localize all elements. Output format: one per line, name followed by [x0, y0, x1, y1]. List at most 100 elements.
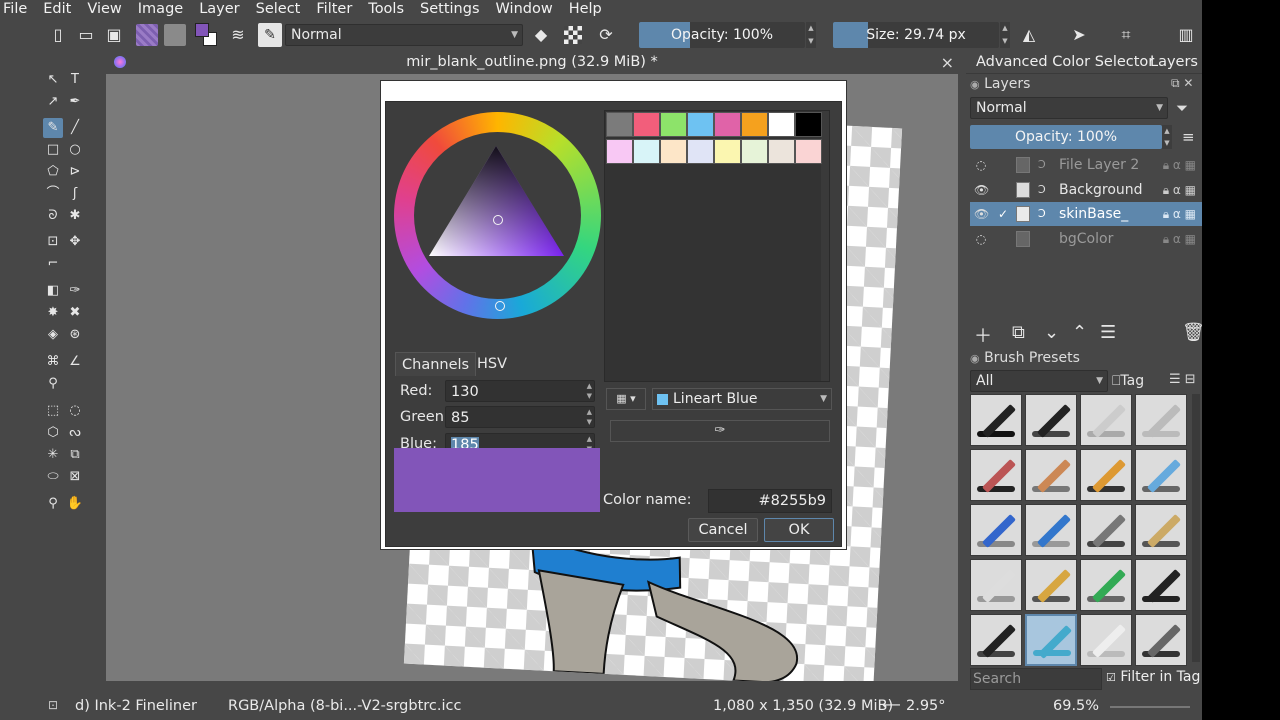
brush-preset-tile[interactable]: [1135, 504, 1187, 556]
layer-row[interactable]: ◌ bgColor 🔒︎ α ▦: [970, 227, 1202, 251]
polygon-select-icon[interactable]: ⬡: [43, 423, 63, 443]
palette-swatch[interactable]: [660, 139, 687, 164]
menu-tools[interactable]: Tools: [359, 1, 411, 17]
brush-search-input[interactable]: Search: [970, 668, 1102, 690]
cancel-button[interactable]: Cancel: [688, 518, 758, 542]
layer-flags[interactable]: 🔒︎ α ▦: [1163, 178, 1196, 202]
brush-grid-scrollbar[interactable]: [1192, 394, 1200, 662]
brush-preset-icon[interactable]: ✎: [258, 23, 282, 47]
freehand-select-icon[interactable]: ᔓ: [65, 423, 85, 443]
layer-row[interactable]: ◌ Ͻ File Layer 2 🔒︎ α ▦: [970, 153, 1202, 177]
brush-preset-tile[interactable]: [970, 449, 1022, 501]
red-spinbox[interactable]: 130 ▲ ▼: [445, 380, 595, 402]
brush-preset-tile[interactable]: [1080, 559, 1132, 611]
brush-preset-tile[interactable]: [1025, 449, 1077, 501]
reference-images-icon[interactable]: ⚲: [43, 374, 63, 394]
duplicate-layer-icon[interactable]: ⧉: [1012, 322, 1025, 343]
open-document-icon[interactable]: ▭: [76, 25, 96, 45]
layer-menu-icon[interactable]: ≡: [1182, 128, 1195, 146]
tag-filter-dropdown[interactable]: All ▼: [970, 370, 1108, 392]
brush-preset-tile[interactable]: [1135, 394, 1187, 446]
crop-tool-icon[interactable]: ⌐: [43, 254, 63, 274]
palette-swatch[interactable]: [633, 112, 660, 137]
layer-flags[interactable]: 🔒︎ α ▦: [1163, 227, 1196, 251]
line-tool-icon[interactable]: ╱: [65, 118, 85, 138]
layer-properties-icon[interactable]: ☰: [1100, 322, 1116, 343]
zoom-slider[interactable]: [1110, 706, 1190, 708]
workspace-icon[interactable]: ▥: [1176, 25, 1196, 45]
panel-float-icon[interactable]: ◉: [970, 78, 980, 91]
move-layer-down-icon[interactable]: ⌄: [1044, 322, 1059, 343]
tab-hsv[interactable]: HSV: [471, 352, 513, 376]
bezier-select-icon[interactable]: ⬭: [43, 467, 63, 487]
filter-in-tag-checkbox[interactable]: ☑ Filter in Tag: [1106, 669, 1200, 685]
menu-layer[interactable]: Layer: [190, 1, 246, 17]
move-layer-up-icon[interactable]: ⌃: [1072, 322, 1087, 343]
menu-help[interactable]: Help: [560, 1, 609, 17]
size-slider[interactable]: Size: 29.74 px: [833, 22, 999, 48]
brush-preset-tile[interactable]: [1135, 449, 1187, 501]
polygon-tool-icon[interactable]: ⬠: [43, 162, 63, 182]
screen-color-picker-button[interactable]: ✑: [610, 420, 830, 442]
ellipse-select-icon[interactable]: ◌: [65, 401, 85, 421]
layer-flags[interactable]: 🔒︎ α ▦: [1163, 153, 1196, 177]
wrap-around-icon[interactable]: ⌗: [1116, 25, 1136, 45]
similar-select-icon[interactable]: ⧉: [65, 445, 85, 465]
zoom-tool-icon[interactable]: ⚲: [43, 494, 63, 514]
menu-filter[interactable]: Filter: [307, 1, 359, 17]
brush-preset-tile[interactable]: [1025, 614, 1077, 666]
visibility-icon[interactable]: ◌: [974, 153, 988, 177]
palette-swatch[interactable]: [606, 139, 633, 164]
eraser-icon[interactable]: ◆: [531, 25, 551, 45]
brush-view-options-icon[interactable]: ☰ ⊟: [1169, 372, 1196, 387]
palette-swatch[interactable]: [768, 139, 795, 164]
brush-preset-tile[interactable]: [1080, 394, 1132, 446]
menu-window[interactable]: Window: [487, 1, 560, 17]
brush-preset-tile[interactable]: [1080, 504, 1132, 556]
palette-swatch[interactable]: [633, 139, 660, 164]
palette-swatch[interactable]: [606, 112, 633, 137]
palette-swatch[interactable]: [687, 112, 714, 137]
opacity-spin[interactable]: ▲ ▼: [806, 22, 816, 48]
add-layer-icon[interactable]: ＋: [974, 322, 992, 348]
color-picker-icon[interactable]: ✑: [65, 281, 85, 301]
polyline-tool-icon[interactable]: ⊳: [65, 162, 85, 182]
smart-patch-icon[interactable]: ✖: [65, 303, 85, 323]
gradient-tool-icon[interactable]: ◧: [43, 281, 63, 301]
layer-row-selected[interactable]: 👁︎ ✓ Ͻ skinBase_ 🔒︎ α ▦: [970, 202, 1202, 226]
layer-checkbox[interactable]: ✓: [996, 202, 1010, 226]
layer-flags[interactable]: 🔒︎ α ▦: [1163, 202, 1196, 226]
enclose-fill-icon[interactable]: ⊛: [65, 325, 85, 345]
rect-select-icon[interactable]: ⬚: [43, 401, 63, 421]
brush-preset-tile[interactable]: [1135, 614, 1187, 666]
ok-button[interactable]: OK: [764, 518, 834, 542]
brush-editor-icon[interactable]: ≋: [228, 25, 248, 45]
move-tool-icon[interactable]: ✥: [65, 232, 85, 252]
palette-selector-dropdown[interactable]: Lineart Blue ▼: [652, 388, 832, 410]
brush-preset-tile[interactable]: [1025, 504, 1077, 556]
palette-swatch[interactable]: [795, 112, 822, 137]
palette-view-icon[interactable]: ▦ ▾: [606, 388, 646, 410]
sv-marker[interactable]: [493, 215, 503, 225]
bezier-tool-icon[interactable]: ⌒: [43, 184, 63, 204]
panel-detach-icon[interactable]: ⧉ ✕: [1171, 76, 1193, 91]
assistant-tool-icon[interactable]: ⌘: [43, 352, 63, 372]
gradient-selector[interactable]: [136, 24, 158, 46]
brush-preset-tile[interactable]: [1080, 449, 1132, 501]
palette-swatch[interactable]: [741, 139, 768, 164]
palette-grid[interactable]: [604, 110, 830, 382]
green-spinbox[interactable]: 85 ▲ ▼: [445, 406, 595, 428]
brush-preset-tile[interactable]: [970, 559, 1022, 611]
pan-tool-icon[interactable]: ✋: [65, 494, 85, 514]
dynamic-brush-icon[interactable]: ᘐ: [43, 206, 63, 226]
new-document-icon[interactable]: ▯: [48, 25, 68, 45]
brush-preset-tile[interactable]: [970, 504, 1022, 556]
text-tool-icon[interactable]: T: [65, 70, 85, 90]
brush-preset-tile[interactable]: [1025, 394, 1077, 446]
visibility-icon[interactable]: 👁︎: [974, 202, 989, 226]
multibrush-icon[interactable]: ✱: [65, 206, 85, 226]
fill-tool-icon[interactable]: ◈: [43, 325, 63, 345]
pattern-selector[interactable]: [164, 24, 186, 46]
magnetic-select-icon[interactable]: ⊠: [65, 467, 85, 487]
tab-layers[interactable]: Layers: [1150, 54, 1198, 70]
